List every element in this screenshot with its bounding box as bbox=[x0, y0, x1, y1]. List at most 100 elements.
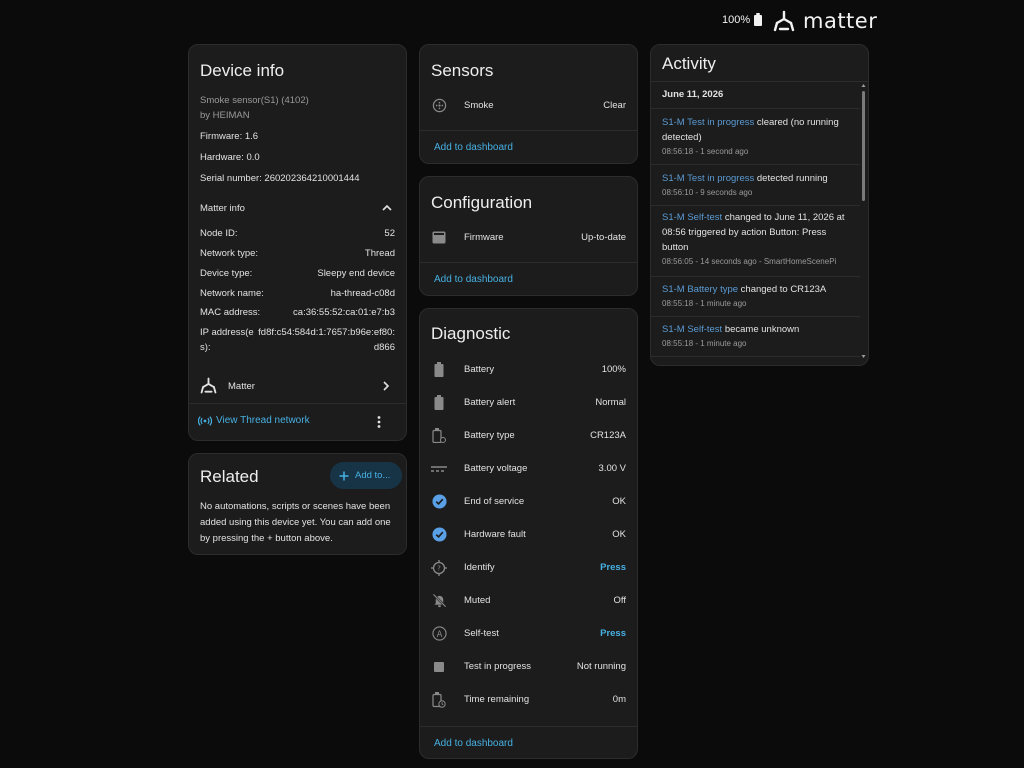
activity-time: 08:56:05 - 14 seconds ago - SmartHomeSce… bbox=[662, 257, 837, 266]
identify-press-button[interactable]: Press bbox=[600, 562, 626, 573]
divider bbox=[420, 262, 637, 263]
battery-alert-icon bbox=[431, 395, 447, 411]
entity-row-muted[interactable]: Muted Off bbox=[420, 584, 637, 617]
smoke-detector-icon bbox=[431, 98, 447, 114]
device-manufacturer: by HEIMAN bbox=[200, 110, 250, 121]
entity-name: Self-test bbox=[464, 628, 499, 639]
activity-message: detected running bbox=[754, 173, 828, 184]
entity-state: 0m bbox=[612, 694, 626, 705]
entity-name: Test in progress bbox=[464, 661, 532, 672]
entity-row-hardware-fault[interactable]: Hardware fault OK bbox=[420, 518, 637, 551]
svg-text:A: A bbox=[436, 629, 442, 639]
activity-entity-link[interactable]: S1-M Test in progress bbox=[662, 173, 754, 184]
diagnostic-card: Diagnostic Battery 100% Battery alert No… bbox=[419, 308, 638, 759]
view-thread-label: View Thread network bbox=[216, 415, 310, 426]
activity-entry: S1-M Self-test changed to June 11, 2026 … bbox=[662, 210, 854, 268]
svg-text:?: ? bbox=[437, 564, 441, 572]
divider bbox=[651, 356, 860, 357]
matter-row-value: d866 bbox=[373, 342, 395, 353]
entity-name: Battery bbox=[464, 364, 495, 375]
matter-row-network-name: Network name: ha-thread-c08d bbox=[200, 288, 395, 299]
matter-row-ip-address-cont: s): d866 bbox=[200, 342, 395, 353]
entity-row-smoke[interactable]: Smoke Clear bbox=[420, 89, 637, 122]
entity-state: CR123A bbox=[590, 430, 626, 441]
dots-vertical-icon bbox=[377, 416, 381, 428]
check-circle-icon bbox=[431, 494, 447, 510]
entity-name: Muted bbox=[464, 595, 491, 606]
matter-row-value: 52 bbox=[384, 228, 395, 239]
entity-name: Battery type bbox=[464, 430, 515, 441]
activity-entity-link[interactable]: S1-M Self-test bbox=[662, 212, 722, 223]
activity-title: Activity bbox=[662, 54, 716, 73]
device-info-card: Device info Smoke sensor(S1) (4102) by H… bbox=[188, 44, 407, 441]
matter-integration-row[interactable]: Matter bbox=[189, 370, 406, 402]
scroll-up-icon bbox=[861, 84, 866, 87]
activity-message-cont: detected) bbox=[662, 132, 702, 143]
matter-row-label: Device type: bbox=[200, 268, 253, 279]
activity-message-cont: button bbox=[662, 242, 689, 253]
activity-entity-link[interactable]: S1-M Test in progress bbox=[662, 117, 754, 128]
add-to-dashboard-button[interactable]: Add to dashboard bbox=[434, 274, 513, 285]
activity-entity-link[interactable]: S1-M Self-test bbox=[662, 324, 722, 335]
activity-time: 08:56:10 - 9 seconds ago bbox=[662, 188, 753, 197]
timer-icon bbox=[431, 691, 447, 708]
activity-date-header: June 11, 2026 bbox=[662, 89, 724, 100]
entity-row-identify[interactable]: ? Identify Press bbox=[420, 551, 637, 584]
matter-row-label: s): bbox=[200, 342, 211, 353]
bell-off-icon bbox=[431, 593, 447, 609]
view-thread-network-button[interactable]: View Thread network bbox=[198, 415, 310, 426]
entity-row-battery-alert[interactable]: Battery alert Normal bbox=[420, 386, 637, 419]
matter-logo-icon bbox=[773, 10, 795, 32]
matter-row-value: ca:36:55:52:ca:01:e7:b3 bbox=[293, 307, 395, 318]
activity-entry: S1-M Test in progress cleared (no runnin… bbox=[662, 115, 854, 158]
entity-row-end-of-service[interactable]: End of service OK bbox=[420, 485, 637, 518]
entity-row-battery-type[interactable]: Battery type CR123A bbox=[420, 419, 637, 452]
entity-row-time-remaining[interactable]: Time remaining 0m bbox=[420, 683, 637, 716]
matter-row-network-type: Network type: Thread bbox=[200, 248, 395, 259]
activity-time: 08:55:18 - 1 minute ago bbox=[662, 299, 747, 308]
entity-row-self-test[interactable]: A Self-test Press bbox=[420, 617, 637, 650]
firmware-version: Firmware: 1.6 bbox=[200, 131, 259, 142]
scrollbar-thumb[interactable] bbox=[862, 91, 865, 201]
entity-state: Clear bbox=[603, 100, 626, 111]
self-test-icon: A bbox=[431, 626, 447, 642]
entity-row-test-in-progress[interactable]: Test in progress Not running bbox=[420, 650, 637, 683]
entity-row-battery-voltage[interactable]: Battery voltage 3.00 V bbox=[420, 452, 637, 485]
more-options-button[interactable] bbox=[376, 415, 382, 429]
sensors-card: Sensors Smoke Clear Add to dashboard bbox=[419, 44, 638, 164]
battery-icon bbox=[431, 362, 447, 378]
entity-name: Firmware bbox=[464, 232, 504, 243]
entity-name: Time remaining bbox=[464, 694, 530, 705]
divider bbox=[189, 403, 406, 404]
self-test-press-button[interactable]: Press bbox=[600, 628, 626, 639]
matter-logo-icon bbox=[200, 377, 217, 394]
add-related-button[interactable]: Add to... bbox=[330, 462, 402, 489]
entity-row-firmware[interactable]: Firmware Up-to-date bbox=[420, 221, 637, 254]
related-card: Related Add to... No automations, script… bbox=[188, 453, 407, 555]
add-to-dashboard-button[interactable]: Add to dashboard bbox=[434, 142, 513, 153]
add-to-dashboard-button[interactable]: Add to dashboard bbox=[434, 738, 513, 749]
activity-message: changed to CR123A bbox=[738, 284, 827, 295]
entity-name: Battery voltage bbox=[464, 463, 528, 474]
matter-info-toggle[interactable]: Matter info bbox=[189, 195, 406, 221]
scroll-down-icon bbox=[861, 355, 866, 358]
activity-time: 08:56:18 - 1 second ago bbox=[662, 147, 749, 156]
matter-row-label: Network name: bbox=[200, 288, 264, 299]
divider bbox=[420, 726, 637, 727]
status-battery: 100% bbox=[722, 13, 763, 26]
entity-state: Off bbox=[613, 595, 627, 606]
matter-row-ip-address: IP address(e fd8f:c54:584d:1:7657:b96e:e… bbox=[200, 327, 395, 338]
activity-card: Activity June 11, 2026 S1-M Test in prog… bbox=[650, 44, 869, 366]
activity-entity-link[interactable]: S1-M Battery type bbox=[662, 284, 738, 295]
firmware-icon bbox=[431, 230, 447, 246]
activity-time: 08:55:18 - 1 minute ago bbox=[662, 339, 747, 348]
chevron-right-icon bbox=[383, 381, 390, 391]
entity-name: Hardware fault bbox=[464, 529, 526, 540]
matter-row-value: ha-thread-c08d bbox=[330, 288, 395, 299]
activity-entry: S1-M Self-test became unknown 08:55:18 -… bbox=[662, 322, 854, 350]
battery-percent: 100% bbox=[722, 13, 751, 26]
matter-row-label: Node ID: bbox=[200, 228, 238, 239]
entity-row-battery[interactable]: Battery 100% bbox=[420, 353, 637, 386]
activity-scrollbar[interactable] bbox=[861, 83, 866, 359]
divider bbox=[651, 81, 868, 82]
